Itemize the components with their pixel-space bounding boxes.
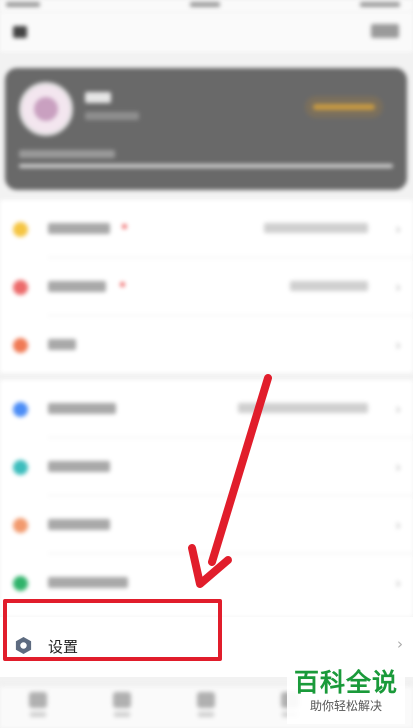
progress-label (19, 150, 115, 158)
list-item[interactable]: › (0, 316, 413, 373)
watermark-logo: 百科全说 助你轻松解决 (287, 668, 405, 724)
watermark-title: 百科全说 (293, 668, 398, 697)
menu-group-2: › › › › (0, 380, 413, 617)
item-label (48, 577, 128, 588)
tab-home-label (30, 712, 46, 717)
progress-track (19, 164, 393, 168)
item-icon (13, 338, 28, 353)
item-icon (13, 576, 28, 591)
chevron-right-icon: › (395, 402, 401, 418)
item-label (48, 281, 106, 292)
item-label (48, 223, 110, 234)
item-label (48, 519, 110, 530)
item-detail (264, 223, 368, 233)
tab-3-icon (197, 692, 215, 708)
list-item[interactable]: › (0, 200, 413, 257)
chevron-right-icon: › (395, 338, 401, 354)
tab-3-label (198, 712, 214, 717)
item-icon (13, 222, 28, 237)
item-icon (13, 280, 28, 295)
username (85, 92, 111, 103)
notification-dot (122, 224, 127, 229)
tab-2-label (114, 712, 130, 717)
tab-home-icon (29, 692, 47, 708)
item-icon (13, 402, 28, 417)
menu-group-1: › › › (0, 200, 413, 373)
profile-card[interactable] (5, 68, 407, 190)
chevron-right-icon: › (395, 222, 401, 238)
item-icon (13, 460, 28, 475)
chevron-right-icon: › (395, 280, 401, 296)
chevron-right-icon: › (395, 576, 401, 592)
list-item[interactable]: › (0, 380, 413, 437)
chevron-right-icon: › (395, 518, 401, 534)
top-bar (0, 12, 413, 52)
item-detail (238, 403, 368, 413)
tab-2[interactable] (112, 692, 132, 718)
tab-2-icon (113, 692, 131, 708)
vip-button[interactable] (305, 96, 383, 118)
top-right-action[interactable] (371, 24, 399, 38)
item-label (48, 403, 116, 414)
status-bar (0, 0, 413, 12)
avatar-image (34, 97, 58, 121)
chevron-right-icon: › (395, 460, 401, 476)
status-left (6, 2, 40, 7)
list-item[interactable]: › (0, 496, 413, 553)
item-label (48, 339, 76, 350)
item-detail (290, 281, 368, 291)
watermark-subtitle: 助你轻松解决 (309, 699, 382, 713)
status-time (190, 2, 220, 7)
status-right (360, 2, 400, 7)
progress-fill (19, 164, 393, 168)
chevron-right-icon: › (397, 635, 403, 653)
item-icon (13, 518, 28, 533)
list-item[interactable]: › (0, 438, 413, 495)
user-subtext (85, 112, 139, 120)
avatar[interactable] (19, 82, 73, 136)
tab-home[interactable] (28, 692, 48, 718)
vip-label (313, 104, 375, 110)
item-label (48, 461, 110, 472)
menu-icon[interactable] (13, 26, 27, 38)
tab-3[interactable] (196, 692, 216, 718)
highlight-box (3, 599, 222, 661)
list-item[interactable]: › (0, 258, 413, 315)
notification-dot (120, 282, 125, 287)
